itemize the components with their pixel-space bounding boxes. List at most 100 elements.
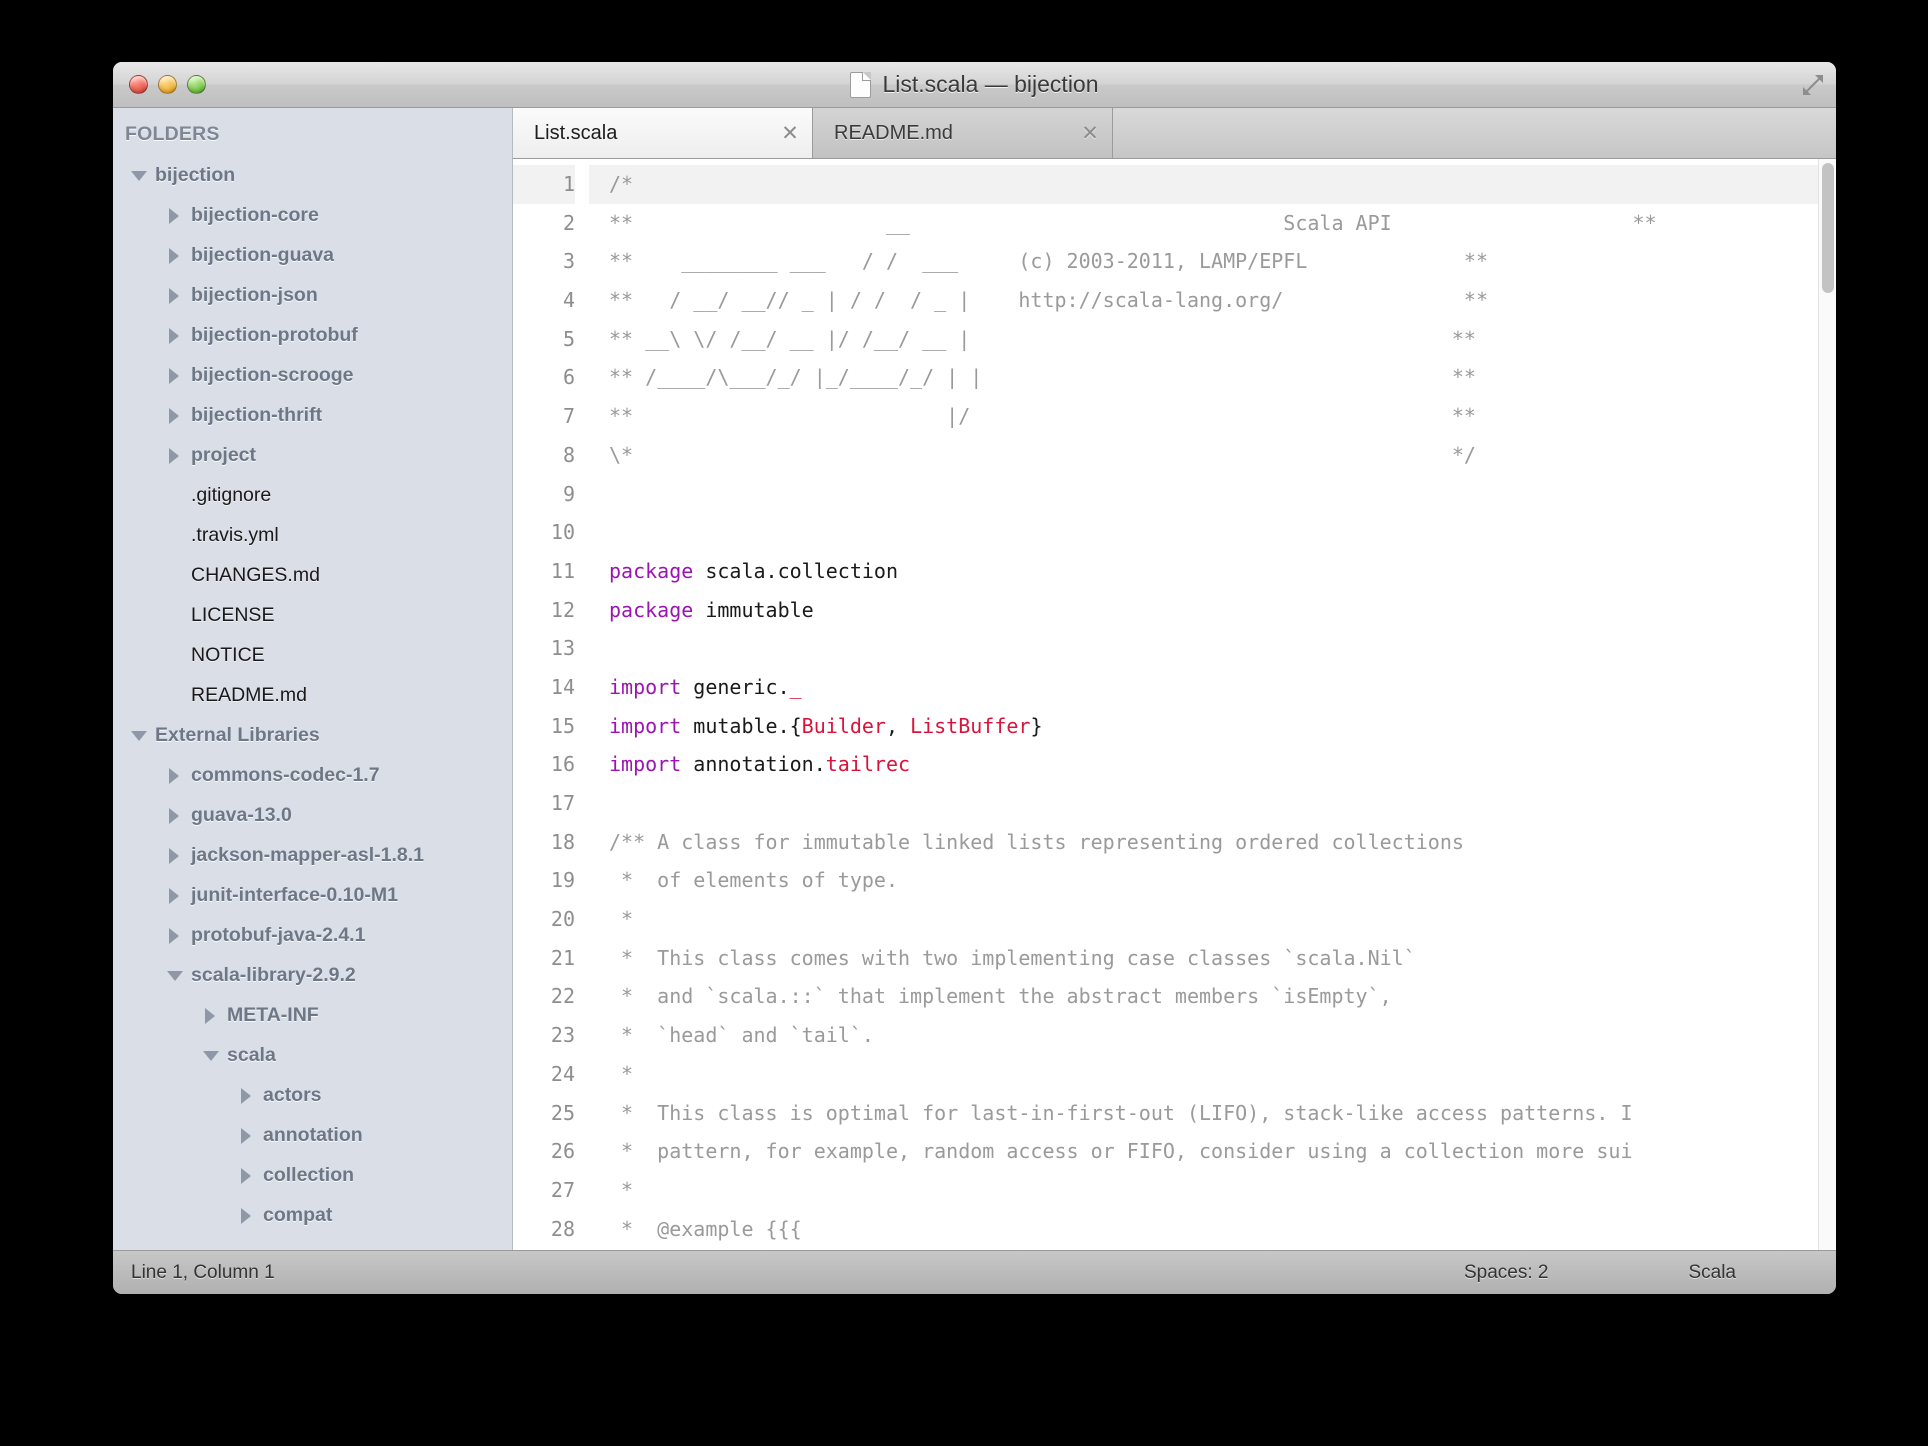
code-editor[interactable]: 1234567891011121314151617181920212223242… [513, 159, 1836, 1250]
sidebar-item-junit-interface-0-10-m1[interactable]: junit-interface-0.10-M1 [113, 875, 512, 915]
indentation-status[interactable]: Spaces: 2 [1464, 1262, 1549, 1284]
sidebar-item-bijection-scrooge[interactable]: bijection-scrooge [113, 355, 512, 395]
sidebar-item-scala-library-2-9-2[interactable]: scala-library-2.9.2 [113, 955, 512, 995]
chevron-right-icon[interactable] [167, 848, 182, 863]
chevron-right-icon[interactable] [167, 248, 182, 263]
close-icon[interactable]: ✕ [1068, 123, 1112, 144]
code-line[interactable]: \* */ [589, 436, 1836, 475]
sidebar-item-annotation[interactable]: annotation [113, 1115, 512, 1155]
chevron-right-icon[interactable] [239, 1088, 254, 1103]
code-line[interactable]: * [589, 1055, 1836, 1094]
code-line[interactable]: package scala.collection [589, 552, 1836, 591]
resize-grip-icon[interactable] [1801, 73, 1825, 97]
chevron-down-icon[interactable] [131, 168, 146, 183]
folders-sidebar[interactable]: FOLDERS bijectionbijection-corebijection… [113, 108, 513, 1250]
cursor-position-status[interactable]: Line 1, Column 1 [131, 1262, 275, 1284]
code-line[interactable]: * @example {{{ [589, 1210, 1836, 1249]
editor-vertical-scrollbar[interactable] [1818, 159, 1836, 1250]
sidebar-item-gitignore[interactable]: .gitignore [113, 475, 512, 515]
code-line[interactable]: import mutable.{Builder, ListBuffer} [589, 707, 1836, 746]
sidebar-item-meta-inf[interactable]: META-INF [113, 995, 512, 1035]
minimize-window-button[interactable] [158, 75, 177, 94]
code-content[interactable]: /*** __ Scala API **** ________ ___ / / … [589, 159, 1836, 1250]
code-line[interactable] [589, 629, 1836, 668]
chevron-right-icon[interactable] [239, 1128, 254, 1143]
sidebar-item-bijection-guava[interactable]: bijection-guava [113, 235, 512, 275]
sidebar-item-jackson-mapper-asl-1-8-1[interactable]: jackson-mapper-asl-1.8.1 [113, 835, 512, 875]
sidebar-item-external-libraries[interactable]: External Libraries [113, 715, 512, 755]
tab-list-scala[interactable]: List.scala✕ [513, 108, 813, 158]
sidebar-item-bijection[interactable]: bijection [113, 155, 512, 195]
sidebar-item-label: actors [263, 1084, 322, 1107]
chevron-right-icon[interactable] [167, 288, 182, 303]
code-line[interactable]: ** __ Scala API ** [589, 204, 1836, 243]
code-line[interactable]: ** / __/ __// _ | / / / _ | http://scala… [589, 281, 1836, 320]
sidebar-item-license[interactable]: LICENSE [113, 595, 512, 635]
tab-strip: List.scala✕README.md✕ [513, 108, 1836, 159]
chevron-right-icon[interactable] [239, 1168, 254, 1183]
sidebar-item-compat[interactable]: compat [113, 1195, 512, 1235]
sidebar-item-bijection-json[interactable]: bijection-json [113, 275, 512, 315]
code-line[interactable]: /** A class for immutable linked lists r… [589, 823, 1836, 862]
chevron-right-icon[interactable] [167, 768, 182, 783]
chevron-right-icon[interactable] [167, 808, 182, 823]
sidebar-item-readme-md[interactable]: README.md [113, 675, 512, 715]
chevron-right-icon[interactable] [167, 408, 182, 423]
folder-tree: bijectionbijection-corebijection-guavabi… [113, 155, 512, 1235]
chevron-right-icon[interactable] [167, 928, 182, 943]
chevron-right-icon[interactable] [167, 368, 182, 383]
tab-readme-md[interactable]: README.md✕ [813, 108, 1113, 158]
code-line[interactable]: package immutable [589, 591, 1836, 630]
line-number: 3 [513, 242, 575, 281]
chevron-right-icon[interactable] [167, 888, 182, 903]
code-line[interactable] [589, 475, 1836, 514]
code-line[interactable]: * `head` and `tail`. [589, 1016, 1836, 1055]
code-token: , [886, 714, 910, 738]
sidebar-item-bijection-protobuf[interactable]: bijection-protobuf [113, 315, 512, 355]
sidebar-item-guava-13-0[interactable]: guava-13.0 [113, 795, 512, 835]
chevron-down-icon[interactable] [131, 728, 146, 743]
sidebar-item-bijection-core[interactable]: bijection-core [113, 195, 512, 235]
sidebar-item-actors[interactable]: actors [113, 1075, 512, 1115]
code-line[interactable]: * // Make a list via the companion objec… [589, 1248, 1836, 1250]
zoom-window-button[interactable] [187, 75, 206, 94]
chevron-down-icon[interactable] [203, 1048, 218, 1063]
code-line[interactable]: * of elements of type. [589, 861, 1836, 900]
chevron-right-icon[interactable] [203, 1008, 218, 1023]
chevron-right-icon[interactable] [167, 448, 182, 463]
chevron-right-icon[interactable] [167, 208, 182, 223]
code-line[interactable]: * and `scala.::` that implement the abst… [589, 977, 1836, 1016]
line-number: 25 [513, 1094, 575, 1133]
code-line[interactable]: ** |/ ** [589, 397, 1836, 436]
code-line[interactable]: /* [589, 165, 1836, 204]
sidebar-item-collection[interactable]: collection [113, 1155, 512, 1195]
language-mode-status[interactable]: Scala [1688, 1262, 1736, 1284]
chevron-right-icon[interactable] [167, 328, 182, 343]
sidebar-item-project[interactable]: project [113, 435, 512, 475]
code-line[interactable]: ** __\ \/ /__/ __ |/ /__/ __ | ** [589, 320, 1836, 359]
sidebar-item-scala[interactable]: scala [113, 1035, 512, 1075]
code-line[interactable]: ** ________ ___ / / ___ (c) 2003-2011, L… [589, 242, 1836, 281]
sidebar-item-changes-md[interactable]: CHANGES.md [113, 555, 512, 595]
sidebar-item-commons-codec-1-7[interactable]: commons-codec-1.7 [113, 755, 512, 795]
close-window-button[interactable] [129, 75, 148, 94]
sidebar-item-notice[interactable]: NOTICE [113, 635, 512, 675]
sidebar-item-protobuf-java-2-4-1[interactable]: protobuf-java-2.4.1 [113, 915, 512, 955]
code-line[interactable]: * This class is optimal for last-in-firs… [589, 1094, 1836, 1133]
code-line[interactable]: import generic._ [589, 668, 1836, 707]
code-line[interactable]: import annotation.tailrec [589, 745, 1836, 784]
chevron-right-icon[interactable] [239, 1208, 254, 1223]
code-line[interactable]: * [589, 1171, 1836, 1210]
close-icon[interactable]: ✕ [768, 123, 812, 144]
sidebar-item-bijection-thrift[interactable]: bijection-thrift [113, 395, 512, 435]
sidebar-item-travis-yml[interactable]: .travis.yml [113, 515, 512, 555]
code-line[interactable]: * This class comes with two implementing… [589, 939, 1836, 978]
code-line[interactable] [589, 513, 1836, 552]
code-line[interactable]: ** /____/\___/_/ |_/____/_/ | | ** [589, 358, 1836, 397]
code-line[interactable]: * [589, 900, 1836, 939]
chevron-down-icon[interactable] [167, 968, 182, 983]
code-line[interactable]: * pattern, for example, random access or… [589, 1132, 1836, 1171]
code-token: } [1030, 714, 1042, 738]
scrollbar-thumb[interactable] [1822, 163, 1834, 293]
code-line[interactable] [589, 784, 1836, 823]
